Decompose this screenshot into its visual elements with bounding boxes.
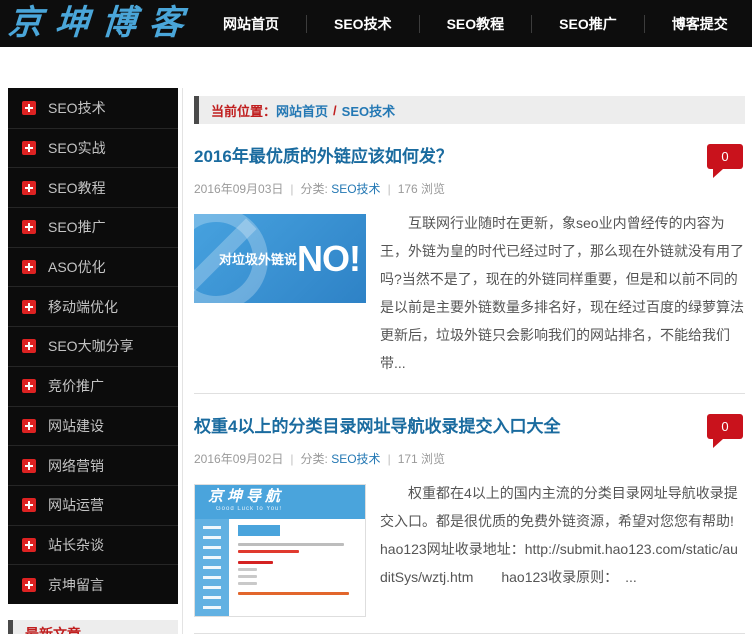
sidebar-item-mobile-seo[interactable]: 移动端优化 (8, 286, 178, 326)
thumbnail-site-subtitle: Good Luck to You! (216, 506, 283, 512)
sidebar-item-label: 网站建设 (48, 417, 104, 434)
thumbnail-site-logo: 京坤导航 (208, 488, 285, 505)
nav-item-seo-tutorial[interactable]: SEO教程 (420, 14, 532, 34)
plus-icon (22, 577, 36, 592)
sidebar-item-seo-tutorial[interactable]: SEO教程 (8, 167, 178, 207)
sidebar-item-label: 京坤留言 (48, 576, 104, 593)
category-link[interactable]: SEO技术 (331, 182, 380, 196)
sidebar-item-site-operation[interactable]: 网站运营 (8, 484, 178, 525)
plus-icon (22, 418, 36, 433)
sidebar-item-label: 移动端优化 (48, 298, 118, 315)
sidebar: SEO技术 SEO实战 SEO教程 SEO推广 ASO优化 移动端优化 SEO大… (8, 88, 178, 634)
meta-separator: | (290, 452, 294, 466)
comment-count-badge[interactable]: 0 (707, 414, 743, 448)
article-item: 权重4以上的分类目录网址导航收录提交入口大全 0 2016年09月02日 | 分类:… (194, 394, 752, 634)
sidebar-item-ppc[interactable]: 竞价推广 (8, 365, 178, 406)
nav-item-home[interactable]: 网站首页 (196, 14, 306, 34)
sidebar-item-message-board[interactable]: 京坤留言 (8, 564, 178, 604)
sidebar-item-website-build[interactable]: 网站建设 (8, 405, 178, 446)
comment-count-badge[interactable]: 0 (707, 144, 743, 178)
article-excerpt: 权重都在4以上的国内主流的分类目录网址导航收录提交入口。都是很优质的免费外链资源… (380, 485, 752, 585)
breadcrumb-home-link[interactable]: 网站首页 (276, 101, 328, 120)
sidebar-item-label: 网站运营 (48, 497, 104, 514)
article-thumbnail[interactable]: 对垃圾外链说 NO! (194, 214, 366, 303)
sidebar-item-webmaster-talk[interactable]: 站长杂谈 (8, 524, 178, 565)
view-count: 176 浏览 (397, 182, 446, 196)
sidebar-item-label: SEO技术 (48, 99, 106, 116)
site-header: 京坤博客 网站首页 SEO技术 SEO教程 SEO推广 博客提交 (0, 0, 752, 47)
thumbnail-caption: 对垃圾外链说 NO! (218, 237, 361, 279)
plus-icon (22, 379, 36, 394)
article-title[interactable]: 2016年最优质的外链应该如何发？ (194, 144, 453, 170)
plus-icon (22, 220, 36, 235)
view-count: 171 浏览 (397, 452, 446, 466)
thumbnail-site-button (238, 525, 280, 536)
plus-icon (22, 537, 36, 552)
article-title[interactable]: 权重4以上的分类目录网址导航收录提交入口大全 (194, 414, 560, 440)
sidebar-item-seo-experts[interactable]: SEO大咖分享 (8, 326, 178, 366)
site-logo[interactable]: 京坤博客 (0, 0, 198, 47)
sidebar-item-label: ASO优化 (48, 259, 106, 276)
thumbnail-site-content (229, 519, 365, 616)
sidebar-item-label: SEO推广 (48, 219, 106, 236)
breadcrumb-label: 当前位置： (211, 103, 277, 119)
plus-icon (22, 339, 36, 354)
thumbnail-site-header: 京坤导航 Good Luck to You! (195, 485, 365, 519)
sidebar-item-label: SEO实战 (48, 140, 106, 157)
thumbnail-text-small: 对垃圾外链说 (218, 252, 297, 267)
sidebar-item-online-marketing[interactable]: 网络营销 (8, 445, 178, 485)
category-label: 分类: (300, 452, 328, 466)
meta-separator: | (387, 452, 391, 466)
nav-item-seo-tech[interactable]: SEO技术 (307, 14, 419, 34)
sidebar-widget-title: 最新文章 (8, 619, 178, 634)
thumbnail-site-nav (195, 519, 229, 616)
category-label: 分类: (300, 182, 328, 196)
article-date: 2016年09月03日 (194, 182, 284, 196)
main-nav: 网站首页 SEO技术 SEO教程 SEO推广 博客提交 (196, 0, 752, 47)
article-item: 2016年最优质的外链应该如何发？ 0 2016年09月03日 | 分类: SEO技… (194, 124, 745, 394)
article-excerpt: 互联网行业随时在更新，象seo业内曾经传的内容为王，外链为皇的时代已经过时了，那… (380, 215, 744, 371)
sidebar-item-seo-tech[interactable]: SEO技术 (8, 88, 178, 128)
article-meta: 2016年09月02日 | 分类: SEO技术 | 171 浏览 (194, 450, 745, 467)
plus-icon (22, 458, 36, 473)
category-link[interactable]: SEO技术 (331, 452, 380, 466)
breadcrumb: 当前位置： 网站首页 / SEO技术 (194, 96, 745, 124)
plus-icon (22, 299, 36, 314)
main-content: 当前位置： 网站首页 / SEO技术 2016年最优质的外链应该如何发？ 0 2016… (182, 88, 752, 634)
sidebar-item-label: SEO教程 (48, 179, 106, 196)
plus-icon (22, 180, 36, 195)
page-layout: SEO技术 SEO实战 SEO教程 SEO推广 ASO优化 移动端优化 SEO大… (0, 88, 752, 634)
meta-separator: | (387, 182, 391, 196)
nav-item-blog-submit[interactable]: 博客提交 (645, 14, 752, 34)
sidebar-item-label: 竞价推广 (48, 378, 104, 395)
breadcrumb-current-link[interactable]: SEO技术 (342, 101, 395, 120)
sidebar-item-seo-promotion[interactable]: SEO推广 (8, 207, 178, 247)
meta-separator: | (290, 182, 294, 196)
plus-icon (22, 498, 36, 513)
sidebar-item-label: 网络营销 (48, 457, 104, 474)
article-thumbnail[interactable]: 京坤导航 Good Luck to You! (194, 484, 366, 617)
thumbnail-text-big: NO! (297, 237, 361, 279)
nav-item-seo-promotion[interactable]: SEO推广 (532, 14, 644, 34)
sidebar-item-label: 站长杂谈 (48, 536, 104, 553)
sidebar-item-aso[interactable]: ASO优化 (8, 246, 178, 287)
article-date: 2016年09月02日 (194, 452, 284, 466)
article-meta: 2016年09月03日 | 分类: SEO技术 | 176 浏览 (194, 180, 745, 197)
plus-icon (22, 260, 36, 275)
sidebar-item-label: SEO大咖分享 (48, 338, 134, 355)
sidebar-item-seo-practice[interactable]: SEO实战 (8, 127, 178, 168)
sidebar-menu: SEO技术 SEO实战 SEO教程 SEO推广 ASO优化 移动端优化 SEO大… (8, 88, 178, 604)
plus-icon (22, 141, 36, 156)
plus-icon (22, 100, 36, 115)
breadcrumb-separator: / (333, 102, 337, 118)
